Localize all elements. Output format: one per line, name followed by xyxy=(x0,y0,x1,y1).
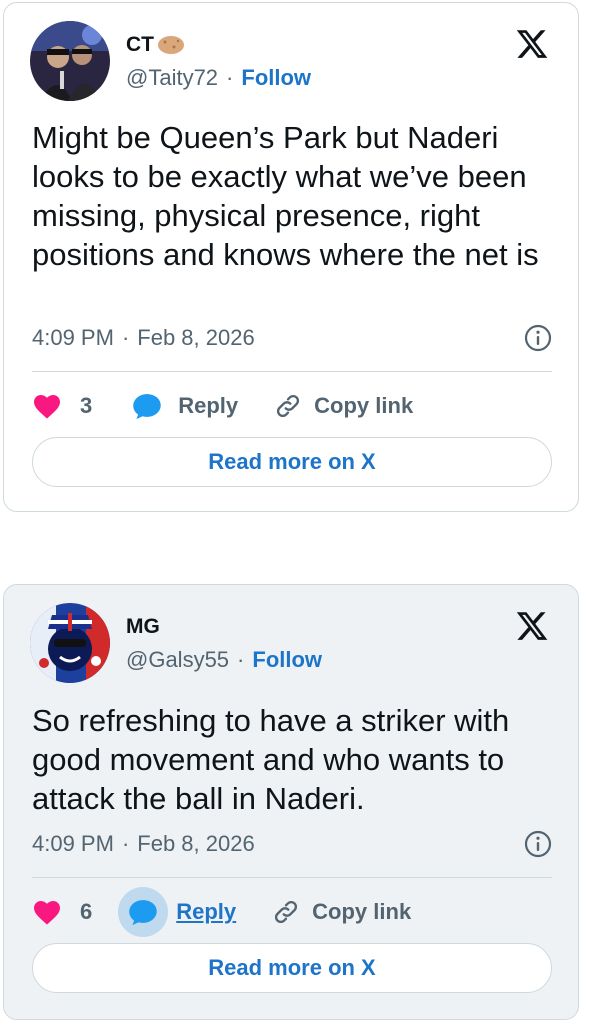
divider xyxy=(32,877,552,878)
speech-bubble-icon xyxy=(129,900,157,926)
author-name-text: CT xyxy=(126,33,154,56)
like-count: 6 xyxy=(80,899,93,924)
avatar[interactable] xyxy=(30,603,110,683)
heart-icon xyxy=(34,901,60,925)
divider xyxy=(32,371,552,372)
copy-link-label: Copy link xyxy=(314,393,414,418)
potato-emoji-icon xyxy=(158,36,184,54)
meta-separator: · xyxy=(121,325,130,350)
tweet-time[interactable]: 4:09 PM xyxy=(32,831,114,857)
tweet-meta: 4:09 PM · Feb 8, 2026 xyxy=(32,324,552,352)
author-name-text: MG xyxy=(126,615,160,638)
tweet-card[interactable]: MG @Galsy55 · Follow So refreshing to ha… xyxy=(3,584,579,1020)
read-more-button[interactable]: Read more on X xyxy=(32,437,552,487)
copy-link-button[interactable]: Copy link xyxy=(272,898,411,926)
separator: · xyxy=(226,65,234,90)
copy-link-label: Copy link xyxy=(312,899,412,924)
like-count: 3 xyxy=(80,393,93,418)
author-name[interactable]: MG xyxy=(126,615,160,639)
reply-button[interactable]: Reply xyxy=(124,383,238,429)
handle[interactable]: @Taity72 xyxy=(126,65,218,91)
handle-row: @Taity72 · Follow xyxy=(126,65,311,91)
tweet-text: Might be Queen’s Park but Naderi looks t… xyxy=(32,120,539,272)
heart-icon xyxy=(34,395,60,419)
reply-label: Reply xyxy=(178,393,239,418)
handle[interactable]: @Galsy55 xyxy=(126,647,229,673)
tweet-meta: 4:09 PM · Feb 8, 2026 xyxy=(32,830,552,858)
read-more-button[interactable]: Read more on X xyxy=(32,943,552,993)
tweet-date[interactable]: Feb 8, 2026 xyxy=(137,831,254,857)
reply-button[interactable]: Reply xyxy=(118,887,236,937)
like-button[interactable]: 3 xyxy=(32,393,92,419)
link-icon xyxy=(275,900,298,924)
info-icon[interactable] xyxy=(524,324,552,352)
reply-icon-wrap xyxy=(124,383,170,429)
x-logo-icon[interactable] xyxy=(514,27,550,61)
tweet-text: So refreshing to have a striker with goo… xyxy=(32,703,510,816)
follow-button[interactable]: Follow xyxy=(241,65,311,91)
tweet-date[interactable]: Feb 8, 2026 xyxy=(137,325,254,351)
like-button[interactable]: 6 xyxy=(32,899,92,925)
avatar[interactable] xyxy=(30,21,110,101)
reply-icon-wrap xyxy=(118,887,169,937)
tweet-card[interactable]: CT @Taity72 · Follow Might be Queen’s Pa… xyxy=(3,2,579,512)
info-icon[interactable] xyxy=(524,830,552,858)
handle-row: @Galsy55 · Follow xyxy=(126,647,322,673)
copy-link-button[interactable]: Copy link xyxy=(274,392,413,420)
x-logo-icon[interactable] xyxy=(514,609,550,643)
tweet-actions: 3 Reply Copy link xyxy=(32,383,552,429)
reply-label: Reply xyxy=(176,899,237,924)
author-name[interactable]: CT xyxy=(126,33,186,57)
follow-button[interactable]: Follow xyxy=(252,647,322,673)
separator: · xyxy=(237,647,245,672)
link-icon xyxy=(277,394,300,418)
meta-separator: · xyxy=(121,831,130,856)
tweet-actions: 6 Reply Copy link xyxy=(32,887,552,937)
speech-bubble-icon xyxy=(133,394,161,420)
tweet-time[interactable]: 4:09 PM xyxy=(32,325,114,351)
